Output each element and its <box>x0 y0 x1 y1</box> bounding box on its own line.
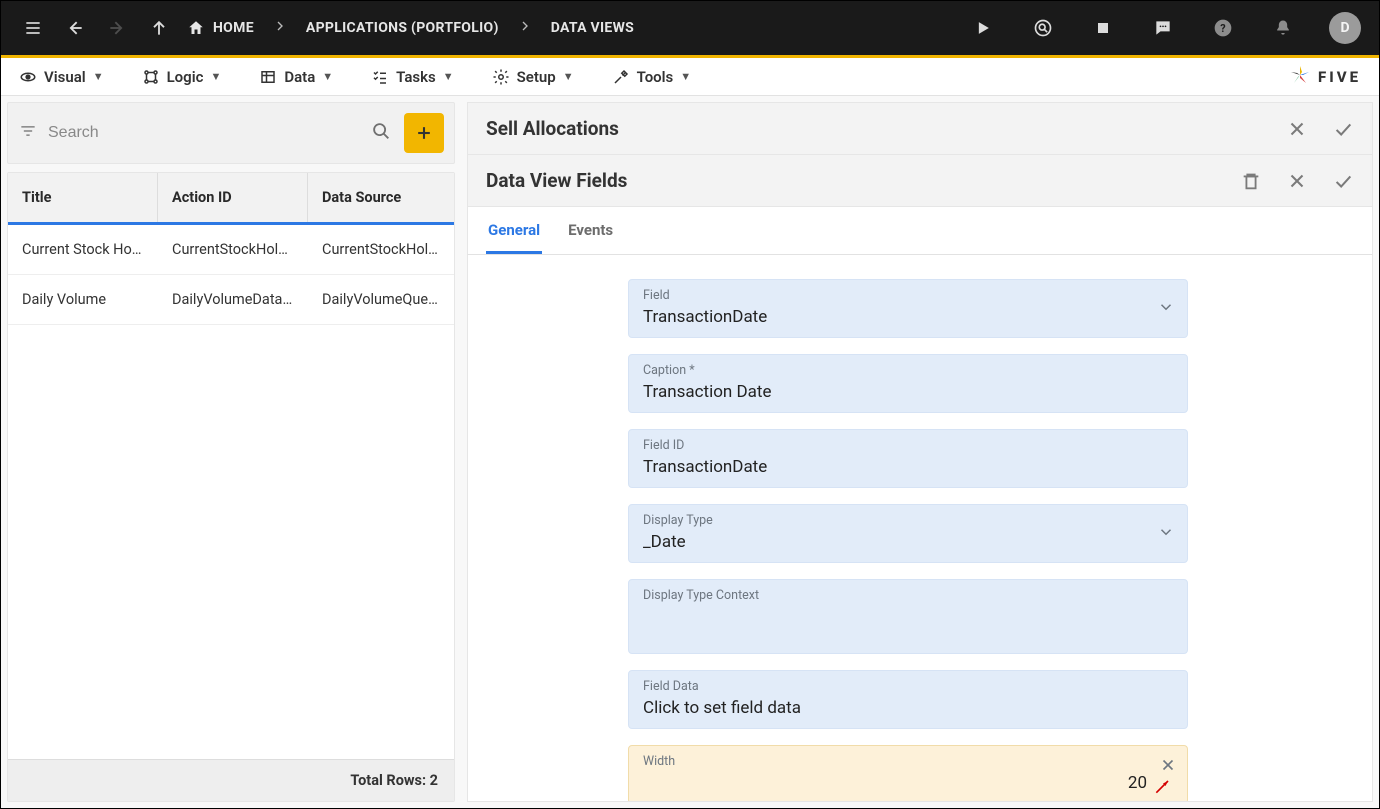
close-icon[interactable] <box>1286 170 1308 192</box>
tab-general[interactable]: General <box>486 207 542 254</box>
trash-icon[interactable] <box>1240 170 1262 192</box>
body: Title Action ID Data Source Current Stoc… <box>1 96 1379 808</box>
display-type-context-field[interactable]: Display Type Context <box>628 579 1188 654</box>
close-icon[interactable] <box>1286 118 1308 140</box>
breadcrumb-item-applications[interactable]: APPLICATIONS (PORTFOLIO) <box>306 20 499 36</box>
help-icon[interactable]: ? <box>1209 14 1237 42</box>
filter-icon[interactable] <box>18 121 38 145</box>
menu-data[interactable]: Data▼ <box>259 68 333 86</box>
bell-icon[interactable] <box>1269 14 1297 42</box>
play-icon[interactable] <box>969 14 997 42</box>
forward-icon <box>103 14 131 42</box>
menu-tools[interactable]: Tools▼ <box>612 68 692 86</box>
add-button[interactable] <box>404 113 444 153</box>
top-bar: HOME APPLICATIONS (PORTFOLIO) DATA VIEWS… <box>1 1 1379 55</box>
back-icon[interactable] <box>61 14 89 42</box>
data-table: Title Action ID Data Source Current Stoc… <box>7 172 455 802</box>
field-id-field[interactable]: Field ID TransactionDate <box>628 429 1188 488</box>
field-field[interactable]: Field TransactionDate <box>628 279 1188 338</box>
left-panel: Title Action ID Data Source Current Stoc… <box>1 96 461 808</box>
caption-field[interactable]: Caption * Transaction Date <box>628 354 1188 413</box>
breadcrumb-home[interactable]: HOME <box>187 19 254 37</box>
breadcrumb-home-label: HOME <box>213 20 254 36</box>
panel-title: Data View Fields <box>486 169 627 192</box>
up-icon[interactable] <box>145 14 173 42</box>
search-row <box>7 102 455 164</box>
logo: FIVE <box>1288 63 1361 91</box>
form-area: Field TransactionDate Caption * Transact… <box>467 255 1373 802</box>
search-input[interactable] <box>48 124 360 142</box>
width-field[interactable]: Width 20 <box>628 745 1188 802</box>
chevron-right-icon <box>272 18 288 38</box>
field-data-field[interactable]: Field Data Click to set field data <box>628 670 1188 729</box>
display-type-field[interactable]: Display Type _Date <box>628 504 1188 563</box>
logo-mark-icon <box>1288 63 1312 91</box>
panel-header-data-view-fields: Data View Fields <box>467 154 1373 207</box>
svg-text:?: ? <box>1220 22 1225 35</box>
col-data-source[interactable]: Data Source <box>308 173 454 222</box>
stop-icon[interactable] <box>1089 14 1117 42</box>
tab-events[interactable]: Events <box>566 207 615 254</box>
menu-logic[interactable]: Logic▼ <box>142 68 222 86</box>
table-row[interactable]: Daily Volume DailyVolumeData… DailyVolum… <box>8 275 454 325</box>
check-icon[interactable] <box>1332 170 1354 192</box>
hamburger-icon[interactable] <box>19 14 47 42</box>
breadcrumb-item-dataviews[interactable]: DATA VIEWS <box>551 20 634 36</box>
check-icon[interactable] <box>1332 118 1354 140</box>
menu-visual[interactable]: Visual▼ <box>19 68 104 86</box>
chevron-down-icon <box>1157 523 1175 545</box>
table-footer: Total Rows: 2 <box>8 759 454 801</box>
menu-setup[interactable]: Setup▼ <box>492 68 574 86</box>
chevron-right-icon <box>517 18 533 38</box>
breadcrumb: HOME APPLICATIONS (PORTFOLIO) DATA VIEWS <box>187 18 634 38</box>
tabs: General Events <box>467 207 1373 255</box>
table-row[interactable]: Current Stock Ho… CurrentStockHol… Curre… <box>8 225 454 275</box>
panel-header-sell-allocations: Sell Allocations <box>467 102 1373 154</box>
clear-icon[interactable] <box>1159 756 1177 778</box>
col-action-id[interactable]: Action ID <box>158 173 308 222</box>
search-icon[interactable] <box>370 120 392 146</box>
logo-text: FIVE <box>1318 68 1361 86</box>
col-title[interactable]: Title <box>8 173 158 222</box>
menu-tasks[interactable]: Tasks▼ <box>371 68 453 86</box>
chevron-down-icon <box>1157 298 1175 320</box>
annotation-arrow-icon <box>1153 776 1173 796</box>
right-panel: Sell Allocations Data View Fields Genera… <box>461 96 1379 808</box>
menu-bar: Visual▼ Logic▼ Data▼ Tasks▼ Setup▼ Tools… <box>1 58 1379 96</box>
chat-icon[interactable] <box>1149 14 1177 42</box>
panel-title: Sell Allocations <box>486 117 619 140</box>
inspect-icon[interactable] <box>1029 14 1057 42</box>
avatar[interactable]: D <box>1329 12 1361 44</box>
